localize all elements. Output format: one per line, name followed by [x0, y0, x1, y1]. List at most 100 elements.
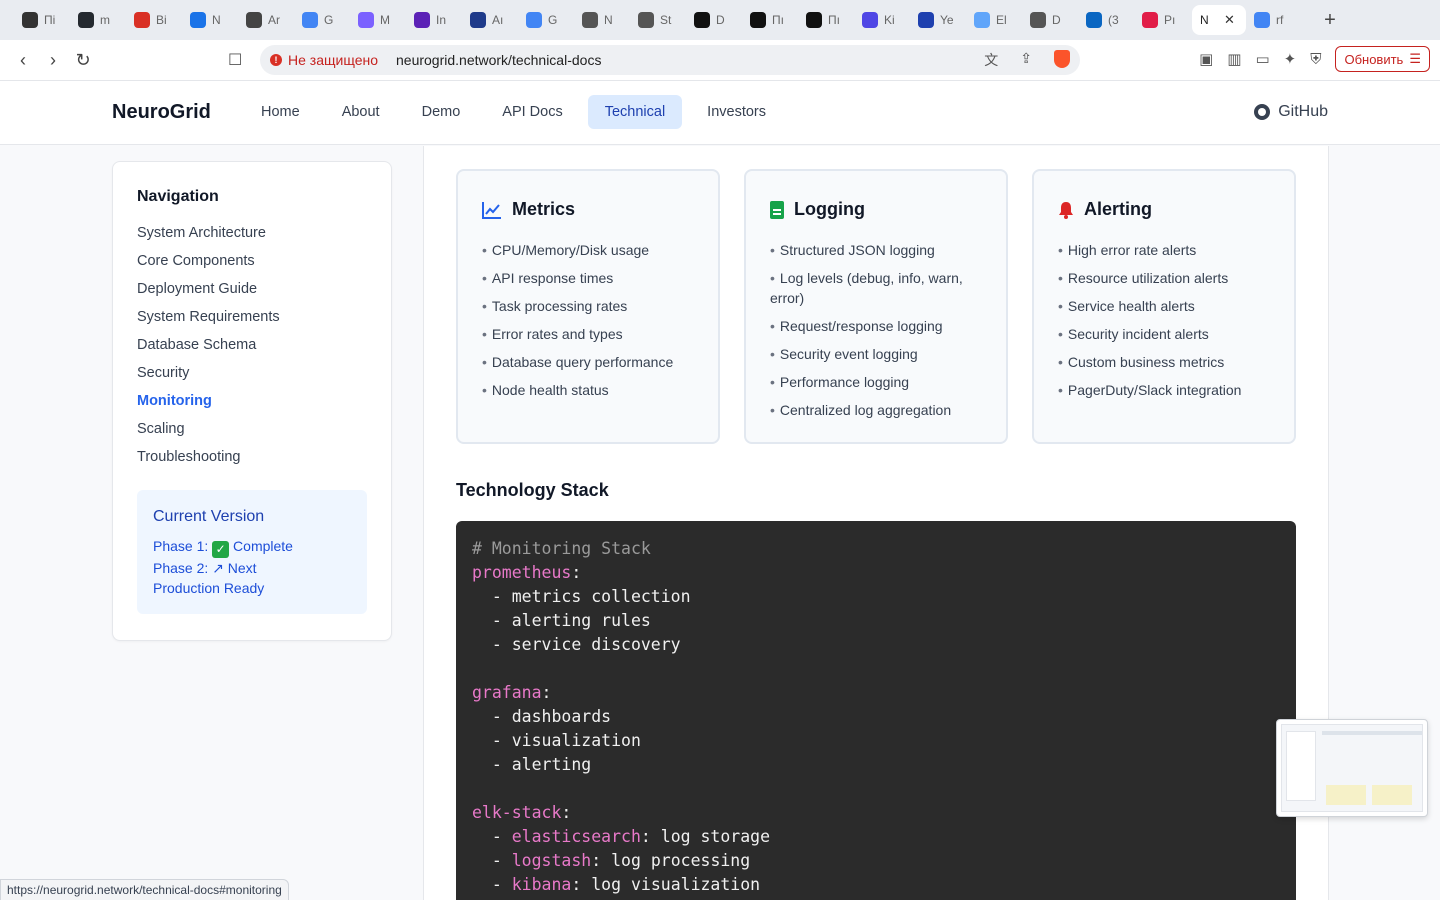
- reload-icon[interactable]: ↻: [68, 50, 98, 71]
- copilot-color-icon: [358, 12, 374, 28]
- browser-tab[interactable]: Ar: [238, 5, 294, 35]
- browser-tab[interactable]: G: [294, 5, 350, 35]
- tab-title: Пі: [44, 13, 56, 27]
- reader-mode-icon[interactable]: ▣: [1199, 50, 1213, 68]
- browser-tab[interactable]: Aı: [462, 5, 518, 35]
- browser-tab[interactable]: Bi: [126, 5, 182, 35]
- sidebar-item-database-schema[interactable]: Database Schema: [137, 336, 367, 364]
- tab-title: D: [1052, 13, 1061, 27]
- translate-icon[interactable]: 文: [984, 50, 998, 70]
- bookmark-icon[interactable]: ☐: [228, 50, 242, 70]
- browser-tab[interactable]: rf: [1246, 5, 1302, 35]
- code-line: - alerting: [472, 753, 1280, 777]
- url-text[interactable]: neurogrid.network/technical-docs: [396, 52, 601, 68]
- browser-tab[interactable]: M: [350, 5, 406, 35]
- nav-investors[interactable]: Investors: [690, 95, 783, 129]
- github-link[interactable]: GitHub: [1254, 103, 1328, 121]
- browser-tab[interactable]: St: [630, 5, 686, 35]
- browser-tab[interactable]: G: [518, 5, 574, 35]
- browser-tab[interactable]: D: [1022, 5, 1078, 35]
- nav-api-docs[interactable]: API Docs: [485, 95, 579, 129]
- code-token: -: [472, 851, 512, 870]
- new-tab-button[interactable]: +: [1318, 9, 1342, 32]
- close-icon[interactable]: ✕: [1224, 12, 1235, 28]
- brave-shield-icon[interactable]: [1054, 50, 1070, 68]
- nav-demo[interactable]: Demo: [405, 95, 478, 129]
- gemini-icon: [526, 12, 542, 28]
- sidebar-item-scaling[interactable]: Scaling: [137, 420, 367, 448]
- sidebar-item-deployment-guide[interactable]: Deployment Guide: [137, 280, 367, 308]
- code-token: : log storage: [640, 827, 771, 846]
- browser-tab[interactable]: (3: [1078, 5, 1134, 35]
- browser-tab[interactable]: N: [182, 5, 238, 35]
- phase1-label: Phase 1:: [153, 538, 209, 554]
- dark-circle-icon: [694, 12, 710, 28]
- tab-title: m: [100, 13, 110, 27]
- browser-tab[interactable]: m: [70, 5, 126, 35]
- nav-home[interactable]: Home: [244, 95, 317, 129]
- code-token: -: [472, 827, 512, 846]
- nav-technical[interactable]: Technical: [587, 95, 683, 129]
- browser-tab[interactable]: N: [574, 5, 630, 35]
- browser-tab[interactable]: Pı: [1134, 5, 1190, 35]
- browser-tab[interactable]: Ye: [910, 5, 966, 35]
- code-line: prometheus:: [472, 561, 1280, 585]
- sidebar-item-system-architecture[interactable]: System Architecture: [137, 224, 367, 252]
- browser-tab-bar: Пі m Bi N Ar G M In Aı G N St D Пı Пı Ki Ye El D (3 Pı N ✕ rf +: [0, 0, 1440, 40]
- list-item: Service health alerts: [1058, 296, 1270, 316]
- share-icon[interactable]: ⇪: [1020, 50, 1032, 70]
- status-bar-url: https://neurogrid.network/technical-docs…: [0, 879, 289, 900]
- version-box: Current Version Phase 1: ✓ Complete Phas…: [137, 490, 367, 614]
- play-icon: [414, 12, 430, 28]
- code-line: grafana:: [472, 681, 1280, 705]
- url-bar[interactable]: ! Не защищено neurogrid.network/technica…: [260, 45, 1080, 75]
- wallet-icon[interactable]: ▭: [1255, 50, 1269, 68]
- tab-title: St: [660, 13, 672, 27]
- site-logo[interactable]: NeuroGrid: [112, 101, 211, 124]
- bell-icon: [1059, 201, 1073, 219]
- code-block: # Monitoring Stack prometheus: - metrics …: [456, 521, 1296, 900]
- list-item: Database query performance: [482, 352, 694, 372]
- sidebar-item-monitoring[interactable]: Monitoring: [137, 392, 367, 420]
- alerting-list: High error rate alerts Resource utilizati…: [1058, 240, 1270, 400]
- nav-about[interactable]: About: [325, 95, 397, 129]
- thumbnail-image: [1281, 724, 1423, 812]
- sidebar-item-core-components[interactable]: Core Components: [137, 252, 367, 280]
- wave-icon: [862, 12, 878, 28]
- phase2-label: Phase 2:: [153, 560, 209, 576]
- browser-tab[interactable]: In: [406, 5, 462, 35]
- leo-ai-icon[interactable]: ✦: [1284, 50, 1297, 68]
- browser-tab[interactable]: Ki: [854, 5, 910, 35]
- forward-icon[interactable]: ›: [38, 50, 68, 71]
- list-item: Custom business metrics: [1058, 352, 1270, 372]
- phase1-status: Complete: [233, 538, 293, 554]
- code-token: - dashboards: [472, 707, 612, 726]
- active-browser-tab[interactable]: N ✕: [1192, 5, 1246, 35]
- insecure-label[interactable]: Не защищено: [288, 52, 378, 68]
- browser-tab[interactable]: El: [966, 5, 1022, 35]
- tab-preview-thumbnail[interactable]: [1276, 719, 1428, 817]
- browser-tab[interactable]: D: [686, 5, 742, 35]
- vpn-shield-icon[interactable]: ⛨: [1310, 51, 1321, 68]
- translate-icon: [302, 12, 318, 28]
- code-token: - alerting rules: [472, 611, 651, 630]
- back-icon[interactable]: ‹: [8, 50, 38, 71]
- sidebar-toggle-icon[interactable]: ▥: [1227, 50, 1241, 68]
- browser-tab[interactable]: Пı: [798, 5, 854, 35]
- sidebar-item-system-requirements[interactable]: System Requirements: [137, 308, 367, 336]
- code-line: - logstash: log processing: [472, 849, 1280, 873]
- sidebar-item-security[interactable]: Security: [137, 364, 367, 392]
- code-token: -: [472, 875, 512, 894]
- tab-title: (3: [1108, 13, 1119, 27]
- sidebar-item-troubleshooting[interactable]: Troubleshooting: [137, 448, 367, 476]
- metrics-card-title: Metrics: [482, 199, 694, 220]
- copilot-icon: [22, 12, 38, 28]
- tab-title: In: [436, 13, 447, 27]
- h-icon: [750, 12, 766, 28]
- browser-tab[interactable]: Пı: [742, 5, 798, 35]
- alerting-card: Alerting High error rate alerts Resource …: [1032, 169, 1296, 444]
- update-button[interactable]: Обновить ☰: [1335, 46, 1430, 72]
- browser-tab[interactable]: Пі: [14, 5, 70, 35]
- tab-title: Aı: [492, 13, 504, 27]
- metrics-card: Metrics CPU/Memory/Disk usage API respons…: [456, 169, 720, 444]
